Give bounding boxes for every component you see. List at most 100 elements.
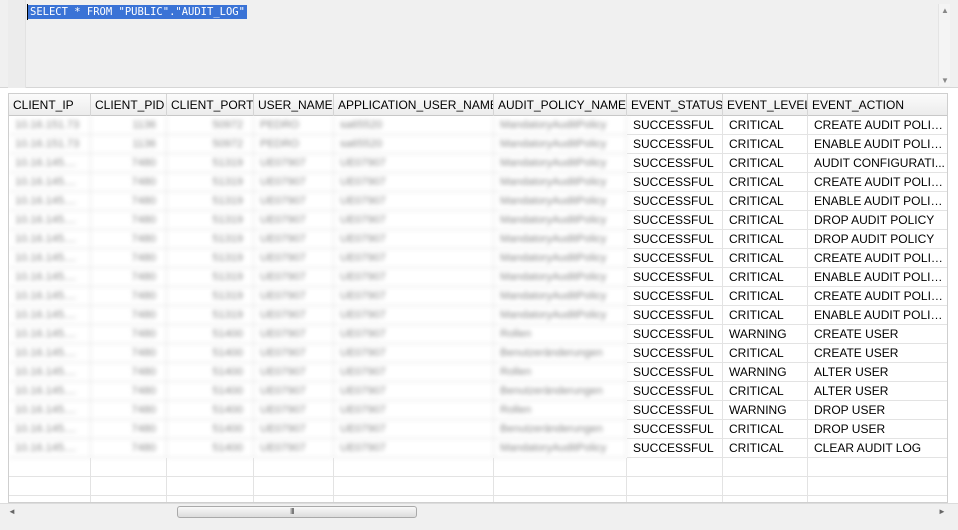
cell-event-action[interactable]: AUDIT CONFIGURATI... <box>808 154 947 173</box>
cell-client-pid[interactable]: 7480 <box>91 344 167 363</box>
cell-event-action[interactable]: CREATE AUDIT POLICY <box>808 249 947 268</box>
cell-event-action[interactable]: CREATE AUDIT POLICY <box>808 173 947 192</box>
cell-audit-policy-name[interactable]: MandatoryAuditPolicy <box>494 249 627 268</box>
cell-user-name[interactable]: UE07907 <box>254 382 334 401</box>
cell-event-status[interactable]: SUCCESSFUL <box>627 230 723 249</box>
cell-application-user-name[interactable]: sa65520 <box>334 116 494 135</box>
table-row[interactable]: 10.16.145.... 7480 51319 UE07907 UE07907 Mand… <box>9 287 947 306</box>
cell-audit-policy-name[interactable]: MandatoryAuditPolicy <box>494 135 627 154</box>
cell-event-level[interactable]: CRITICAL <box>723 116 808 135</box>
cell-audit-policy-name[interactable]: MandatoryAuditPolicy <box>494 439 627 458</box>
cell-client-port[interactable]: 50972 <box>167 135 254 154</box>
cell-user-name[interactable]: PEDRO <box>254 135 334 154</box>
column-header-client-pid[interactable]: CLIENT_PID <box>91 94 167 116</box>
table-row[interactable]: 10.16.145.... 7480 51319 UE07907 UE07907 Mand… <box>9 211 947 230</box>
cell-client-port[interactable]: 51400 <box>167 439 254 458</box>
scroll-up-arrow-icon[interactable]: ▲ <box>939 6 951 16</box>
cell-event-level[interactable]: CRITICAL <box>723 135 808 154</box>
cell-client-pid[interactable]: 7480 <box>91 268 167 287</box>
cell-event-level[interactable]: CRITICAL <box>723 287 808 306</box>
scroll-down-arrow-icon[interactable]: ▼ <box>939 76 951 86</box>
column-header-application-user-name[interactable]: APPLICATION_USER_NAME <box>334 94 494 116</box>
cell-user-name[interactable]: UE07907 <box>254 287 334 306</box>
cell-audit-policy-name[interactable]: MandatoryAuditPolicy <box>494 116 627 135</box>
cell-audit-policy-name[interactable]: MandatoryAuditPolicy <box>494 173 627 192</box>
cell-audit-policy-name[interactable]: Benutzeränderungen <box>494 420 627 439</box>
cell-event-status[interactable]: SUCCESSFUL <box>627 306 723 325</box>
cell-user-name[interactable]: UE07907 <box>254 306 334 325</box>
cell-event-level[interactable]: CRITICAL <box>723 382 808 401</box>
table-row[interactable]: 10.16.145.... 7480 51400 UE07907 UE07907 Benu… <box>9 344 947 363</box>
cell-client-ip[interactable]: 10.16.145.... <box>9 363 91 382</box>
cell-event-level[interactable]: CRITICAL <box>723 154 808 173</box>
cell-client-ip[interactable]: 10.16.145.... <box>9 287 91 306</box>
cell-event-action[interactable]: CREATE USER <box>808 325 947 344</box>
cell-event-level[interactable]: CRITICAL <box>723 230 808 249</box>
cell-event-action[interactable]: ENABLE AUDIT POLICY <box>808 306 947 325</box>
cell-audit-policy-name[interactable]: MandatoryAuditPolicy <box>494 306 627 325</box>
cell-client-pid[interactable]: 7480 <box>91 420 167 439</box>
cell-user-name[interactable]: UE07907 <box>254 325 334 344</box>
cell-client-pid[interactable]: 7480 <box>91 173 167 192</box>
cell-client-pid[interactable]: 7480 <box>91 249 167 268</box>
column-header-event-action[interactable]: EVENT_ACTION <box>808 94 947 116</box>
cell-client-pid[interactable]: 7480 <box>91 325 167 344</box>
horizontal-scrollbar[interactable]: ◄ III ► <box>0 503 958 519</box>
cell-event-action[interactable]: DROP USER <box>808 401 947 420</box>
cell-client-port[interactable]: 51400 <box>167 420 254 439</box>
table-row[interactable]: 10.16.145.... 7480 51400 UE07907 UE07907 Benu… <box>9 420 947 439</box>
cell-application-user-name[interactable]: UE07907 <box>334 439 494 458</box>
cell-client-pid[interactable]: 7480 <box>91 287 167 306</box>
cell-client-port[interactable]: 51319 <box>167 268 254 287</box>
cell-application-user-name[interactable]: UE07907 <box>334 249 494 268</box>
cell-event-action[interactable]: DROP AUDIT POLICY <box>808 230 947 249</box>
cell-event-action[interactable]: ALTER USER <box>808 382 947 401</box>
cell-client-pid[interactable]: 7480 <box>91 382 167 401</box>
cell-user-name[interactable]: UE07907 <box>254 401 334 420</box>
cell-event-action[interactable]: CREATE AUDIT POLICY <box>808 287 947 306</box>
cell-client-port[interactable]: 51400 <box>167 401 254 420</box>
table-row[interactable]: 10.16.145.... 7480 51400 UE07907 UE07907 Roll… <box>9 325 947 344</box>
cell-application-user-name[interactable]: UE07907 <box>334 363 494 382</box>
cell-client-ip[interactable]: 10.16.145.... <box>9 306 91 325</box>
cell-client-ip[interactable]: 10.16.145.... <box>9 211 91 230</box>
cell-event-action[interactable]: CLEAR AUDIT LOG <box>808 439 947 458</box>
cell-event-level[interactable]: CRITICAL <box>723 173 808 192</box>
cell-client-port[interactable]: 51319 <box>167 192 254 211</box>
cell-user-name[interactable]: UE07907 <box>254 192 334 211</box>
cell-event-status[interactable]: SUCCESSFUL <box>627 154 723 173</box>
cell-audit-policy-name[interactable]: Rollen <box>494 363 627 382</box>
table-row[interactable]: 10.16.145.... 7480 51400 UE07907 UE07907 Benu… <box>9 382 947 401</box>
cell-event-status[interactable]: SUCCESSFUL <box>627 173 723 192</box>
cell-client-pid[interactable]: 7480 <box>91 211 167 230</box>
cell-client-pid[interactable]: 7480 <box>91 154 167 173</box>
cell-user-name[interactable]: UE07907 <box>254 249 334 268</box>
cell-client-port[interactable]: 51319 <box>167 230 254 249</box>
table-row[interactable]: 10.16.145.... 7480 51400 UE07907 UE07907 Mand… <box>9 439 947 458</box>
cell-event-status[interactable]: SUCCESSFUL <box>627 325 723 344</box>
cell-application-user-name[interactable]: UE07907 <box>334 230 494 249</box>
cell-application-user-name[interactable]: UE07907 <box>334 211 494 230</box>
cell-event-status[interactable]: SUCCESSFUL <box>627 344 723 363</box>
cell-client-ip[interactable]: 10.16.145.... <box>9 382 91 401</box>
cell-client-ip[interactable]: 10.16.145.... <box>9 439 91 458</box>
cell-event-level[interactable]: CRITICAL <box>723 306 808 325</box>
scroll-left-arrow-icon[interactable]: ◄ <box>6 506 18 518</box>
cell-client-ip[interactable]: 10.16.145.... <box>9 249 91 268</box>
column-header-client-port[interactable]: CLIENT_PORT <box>167 94 254 116</box>
cell-event-level[interactable]: CRITICAL <box>723 344 808 363</box>
cell-event-level[interactable]: CRITICAL <box>723 211 808 230</box>
cell-application-user-name[interactable]: UE07907 <box>334 344 494 363</box>
cell-audit-policy-name[interactable]: Rollen <box>494 401 627 420</box>
cell-application-user-name[interactable]: UE07907 <box>334 154 494 173</box>
cell-event-action[interactable]: ENABLE AUDIT POLICY <box>808 192 947 211</box>
cell-client-pid[interactable]: 1136 <box>91 116 167 135</box>
cell-audit-policy-name[interactable]: MandatoryAuditPolicy <box>494 192 627 211</box>
cell-application-user-name[interactable]: UE07907 <box>334 268 494 287</box>
cell-client-ip[interactable]: 10.16.151.73 <box>9 135 91 154</box>
cell-event-status[interactable]: SUCCESSFUL <box>627 268 723 287</box>
cell-client-port[interactable]: 51319 <box>167 287 254 306</box>
cell-user-name[interactable]: UE07907 <box>254 154 334 173</box>
sql-editor[interactable]: SELECT * FROM "PUBLIC"."AUDIT_LOG" ▲ ▼ <box>0 0 958 88</box>
cell-event-level[interactable]: CRITICAL <box>723 439 808 458</box>
